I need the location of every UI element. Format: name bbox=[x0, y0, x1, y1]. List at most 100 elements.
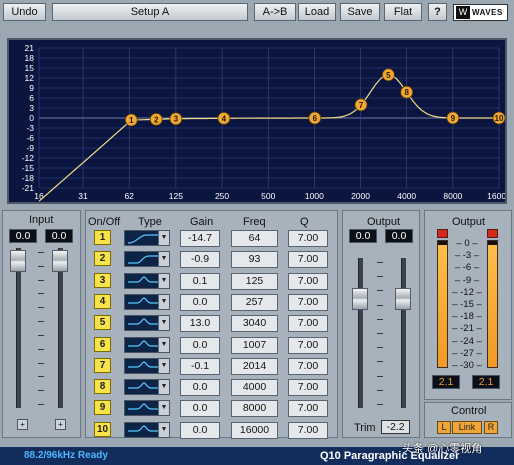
band-node-4[interactable]: 4 bbox=[217, 111, 231, 125]
band-5-type-select[interactable]: ▼ bbox=[124, 315, 170, 331]
band-node-1[interactable]: 1 bbox=[124, 113, 138, 127]
filter-shape-icon bbox=[128, 255, 159, 264]
help-button[interactable]: ? bbox=[428, 3, 447, 21]
band-5-freq[interactable]: 3040 bbox=[231, 315, 278, 332]
band-2-toggle[interactable]: 2 bbox=[94, 251, 111, 266]
filter-shape-icon bbox=[127, 234, 159, 244]
band-node-3[interactable]: 3 bbox=[169, 112, 183, 126]
band-6-q[interactable]: 7.00 bbox=[288, 337, 328, 354]
input-right-value[interactable]: 0.0 bbox=[45, 229, 73, 243]
band-5-q[interactable]: 7.00 bbox=[288, 315, 328, 332]
band-8-gain[interactable]: 0.0 bbox=[180, 379, 220, 396]
band-node-8[interactable]: 8 bbox=[400, 85, 414, 99]
filter-shape-icon bbox=[128, 297, 159, 304]
band-4-freq[interactable]: 257 bbox=[231, 294, 278, 311]
band-2-freq[interactable]: 93 bbox=[231, 251, 278, 268]
band-7-toggle[interactable]: 7 bbox=[94, 358, 111, 373]
band-1-gain[interactable]: -14.7 bbox=[180, 230, 220, 247]
graph-x-tick: 125 bbox=[169, 191, 183, 201]
save-button[interactable]: Save bbox=[340, 3, 380, 21]
band-10-toggle[interactable]: 10 bbox=[94, 422, 111, 437]
band-9-type-select[interactable]: ▼ bbox=[124, 400, 170, 416]
input-right-fader[interactable] bbox=[52, 250, 68, 272]
band-1-q[interactable]: 7.00 bbox=[288, 230, 328, 247]
filter-shape-icon bbox=[128, 425, 159, 432]
chevron-down-icon: ▼ bbox=[158, 380, 169, 394]
control-left-button[interactable]: L bbox=[437, 421, 451, 434]
setup-name-field[interactable]: Setup A bbox=[52, 3, 248, 21]
band-5-gain[interactable]: 13.0 bbox=[180, 315, 220, 332]
band-1-freq[interactable]: 64 bbox=[231, 230, 278, 247]
band-9-freq[interactable]: 8000 bbox=[231, 400, 278, 417]
flat-button[interactable]: Flat bbox=[384, 3, 422, 21]
band-10-q[interactable]: 7.00 bbox=[288, 422, 328, 439]
eq-curve-display[interactable]: 211815129630-3-6-9-12-15-18-2116 31 62 125 2… bbox=[9, 40, 505, 202]
band-10-gain[interactable]: 0.0 bbox=[180, 422, 220, 439]
output-left-value[interactable]: 0.0 bbox=[349, 229, 377, 243]
band-2-type-select[interactable]: ▼ bbox=[124, 251, 170, 267]
fader-tick bbox=[377, 376, 383, 377]
output-right-fader[interactable] bbox=[395, 288, 411, 310]
band-node-5[interactable]: 5 bbox=[382, 68, 395, 82]
chevron-down-icon: ▼ bbox=[158, 423, 169, 437]
band-8-freq[interactable]: 4000 bbox=[231, 379, 278, 396]
band-5-toggle[interactable]: 5 bbox=[94, 315, 111, 330]
control-right-button[interactable]: R bbox=[484, 421, 498, 434]
band-3-freq[interactable]: 125 bbox=[231, 273, 278, 290]
band-6-gain[interactable]: 0.0 bbox=[180, 337, 220, 354]
band-node-10[interactable]: 10 bbox=[492, 111, 505, 125]
band-node-9[interactable]: 9 bbox=[446, 111, 460, 125]
band-7-type-select[interactable]: ▼ bbox=[124, 358, 170, 374]
band-6-toggle[interactable]: 6 bbox=[94, 337, 111, 352]
trim-value[interactable]: -2.2 bbox=[381, 420, 410, 434]
output-right-value[interactable]: 0.0 bbox=[385, 229, 413, 243]
band-4-q[interactable]: 7.00 bbox=[288, 294, 328, 311]
band-6-freq[interactable]: 1007 bbox=[231, 337, 278, 354]
input-title: Input bbox=[29, 214, 54, 226]
right-clip-indicator[interactable] bbox=[487, 229, 498, 238]
band-3-gain[interactable]: 0.1 bbox=[180, 273, 220, 290]
band-8-q[interactable]: 7.00 bbox=[288, 379, 328, 396]
input-left-fader[interactable] bbox=[10, 250, 26, 272]
waves-w-icon: W bbox=[456, 6, 470, 19]
band-6-type-select[interactable]: ▼ bbox=[124, 337, 170, 353]
band-7-freq[interactable]: 2014 bbox=[231, 358, 278, 375]
meter-scale-label: – -27 – bbox=[452, 348, 482, 359]
undo-button[interactable]: Undo bbox=[3, 3, 46, 21]
band-4-toggle[interactable]: 4 bbox=[94, 294, 111, 309]
input-left-value[interactable]: 0.0 bbox=[9, 229, 37, 243]
band-node-2[interactable]: 2 bbox=[149, 112, 163, 126]
filter-shape-icon bbox=[128, 403, 159, 410]
band-1-toggle[interactable]: 1 bbox=[94, 230, 111, 245]
input-right-plus-button[interactable]: + bbox=[55, 419, 66, 430]
band-9-gain[interactable]: 0.0 bbox=[180, 400, 220, 417]
band-2-gain[interactable]: -0.9 bbox=[180, 251, 220, 268]
control-link-button[interactable]: Link bbox=[452, 421, 482, 434]
band-2-q[interactable]: 7.00 bbox=[288, 251, 328, 268]
band-10-freq[interactable]: 16000 bbox=[231, 422, 278, 439]
band-3-q[interactable]: 7.00 bbox=[288, 273, 328, 290]
band-node-6[interactable]: 6 bbox=[308, 111, 322, 125]
band-3-toggle[interactable]: 3 bbox=[94, 273, 111, 288]
right-peak-value[interactable]: 2.1 bbox=[472, 375, 500, 389]
band-9-q[interactable]: 7.00 bbox=[288, 400, 328, 417]
band-1-type-select[interactable]: ▼ bbox=[124, 230, 170, 246]
band-7-q[interactable]: 7.00 bbox=[288, 358, 328, 375]
band-8-toggle[interactable]: 8 bbox=[94, 379, 111, 394]
band-9-toggle[interactable]: 9 bbox=[94, 400, 111, 415]
a-to-b-button[interactable]: A->B bbox=[254, 3, 296, 21]
band-8-type-select[interactable]: ▼ bbox=[124, 379, 170, 395]
load-button[interactable]: Load bbox=[298, 3, 336, 21]
band-node-7[interactable]: 7 bbox=[354, 98, 368, 112]
waves-logo: W WAVES bbox=[453, 4, 508, 21]
band-4-gain[interactable]: 0.0 bbox=[180, 294, 220, 311]
output-left-fader[interactable] bbox=[352, 288, 368, 310]
band-7-gain[interactable]: -0.1 bbox=[180, 358, 220, 375]
left-clip-indicator[interactable] bbox=[437, 229, 448, 238]
left-peak-value[interactable]: 2.1 bbox=[432, 375, 460, 389]
input-left-plus-button[interactable]: + bbox=[17, 419, 28, 430]
eq-graph[interactable]: 21 18 15 12 9 6 3 0 -3 -6 -9 -12 -15 -18 -21 16 31 62 125 2… bbox=[7, 38, 507, 204]
band-10-type-select[interactable]: ▼ bbox=[124, 422, 170, 438]
band-4-type-select[interactable]: ▼ bbox=[124, 294, 170, 310]
band-3-type-select[interactable]: ▼ bbox=[124, 273, 170, 289]
